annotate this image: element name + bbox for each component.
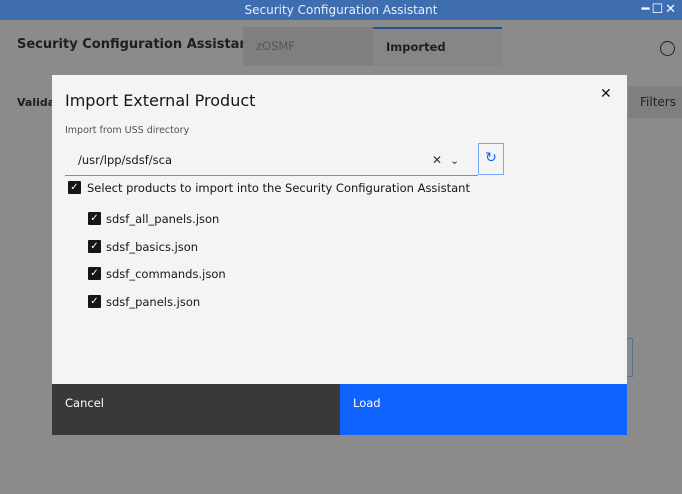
user-icon[interactable]: [660, 41, 675, 56]
directory-value: /usr/lpp/sdsf/sca: [78, 153, 172, 167]
background-box: [627, 338, 633, 377]
refresh-button[interactable]: ↻: [478, 143, 504, 175]
product-checkbox[interactable]: ✓: [88, 212, 101, 225]
chevron-down-icon[interactable]: ⌄: [450, 145, 459, 176]
product-label: sdsf_basics.json: [106, 240, 199, 254]
product-label: sdsf_commands.json: [106, 267, 226, 281]
cancel-button[interactable]: Cancel: [52, 384, 340, 435]
modal-title: Import External Product: [65, 91, 256, 110]
clear-icon[interactable]: ✕: [432, 145, 442, 176]
close-icon[interactable]: ✕: [600, 86, 612, 102]
product-checkbox[interactable]: ✓: [88, 240, 101, 253]
load-button[interactable]: Load: [340, 384, 627, 435]
filters-button[interactable]: Filters: [628, 86, 682, 118]
product-label: sdsf_panels.json: [106, 295, 201, 309]
window-controls[interactable]: ━☐✕: [642, 0, 678, 20]
product-checkbox[interactable]: ✓: [88, 295, 101, 308]
window-titlebar: Security Configuration Assistant ━☐✕: [0, 0, 682, 20]
tab-zosmf[interactable]: zOSMF: [243, 27, 373, 66]
app-title: Security Configuration Assistant: [17, 37, 255, 52]
directory-combobox[interactable]: /usr/lpp/sdsf/sca ✕ ⌄: [65, 145, 478, 176]
directory-label: Import from USS directory: [65, 125, 190, 136]
product-checkbox[interactable]: ✓: [88, 267, 101, 280]
window-title: Security Configuration Assistant: [244, 3, 438, 17]
tab-imported-products[interactable]: Imported Products: [373, 27, 502, 91]
import-external-product-modal: Import External Product ✕ Import from US…: [52, 75, 627, 435]
select-all-label: Select products to import into the Secur…: [87, 181, 470, 195]
product-label: sdsf_all_panels.json: [106, 212, 220, 226]
select-all-checkbox[interactable]: ✓: [68, 181, 81, 194]
